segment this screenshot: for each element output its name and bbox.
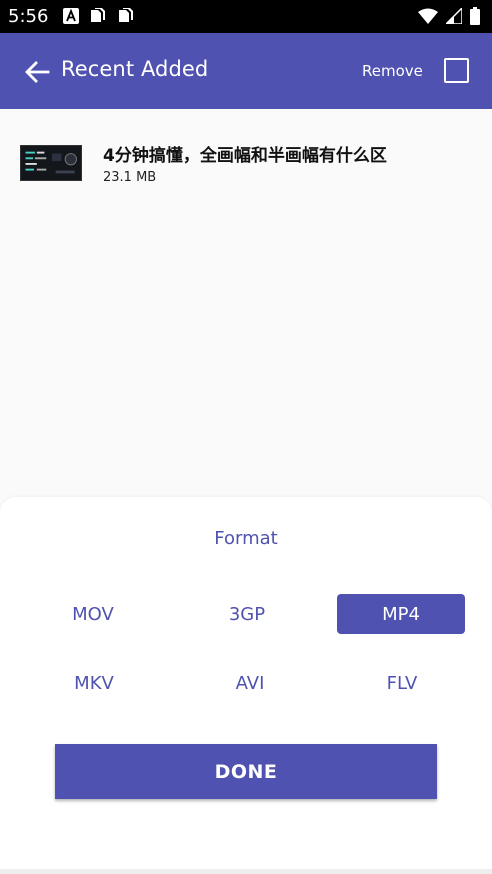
signal-icon (446, 8, 462, 24)
wifi-icon (418, 8, 438, 24)
format-option-flv[interactable]: FLV (338, 663, 466, 703)
system-icons (418, 7, 480, 25)
status-bar: 5:56 (0, 0, 492, 33)
video-list: 4分钟搞懂，全画幅和半画幅有什么区 23.1 MB (0, 109, 492, 219)
format-option-3gp[interactable]: 3GP (183, 594, 311, 634)
font-notification-icon (63, 8, 79, 24)
video-size: 23.1 MB (103, 170, 157, 185)
list-item[interactable]: 4分钟搞懂，全画幅和半画幅有什么区 23.1 MB (0, 109, 492, 219)
battery-icon (470, 7, 480, 25)
done-button[interactable]: DONE (55, 744, 437, 799)
notification-icons (63, 8, 135, 24)
video-thumbnail (20, 145, 82, 181)
format-option-avi[interactable]: AVI (186, 663, 314, 703)
video-title: 4分钟搞懂，全画幅和半画幅有什么区 (103, 146, 387, 166)
file-notification-icon-2 (119, 8, 133, 22)
app-bar: Recent Added Remove (0, 33, 492, 109)
remove-button[interactable]: Remove (362, 62, 423, 80)
back-arrow-icon[interactable] (22, 57, 52, 87)
select-all-checkbox[interactable] (444, 58, 469, 83)
format-bottom-sheet: Format MOV 3GP MP4 MKV AVI FLV DONE (0, 497, 492, 869)
page-title: Recent Added (61, 57, 209, 81)
format-option-mp4[interactable]: MP4 (337, 594, 465, 634)
file-notification-icon (91, 8, 105, 22)
format-option-mov[interactable]: MOV (29, 594, 157, 634)
bottom-edge (0, 869, 492, 874)
format-option-mkv[interactable]: MKV (30, 663, 158, 703)
format-title: Format (214, 528, 278, 549)
status-time: 5:56 (8, 6, 49, 27)
